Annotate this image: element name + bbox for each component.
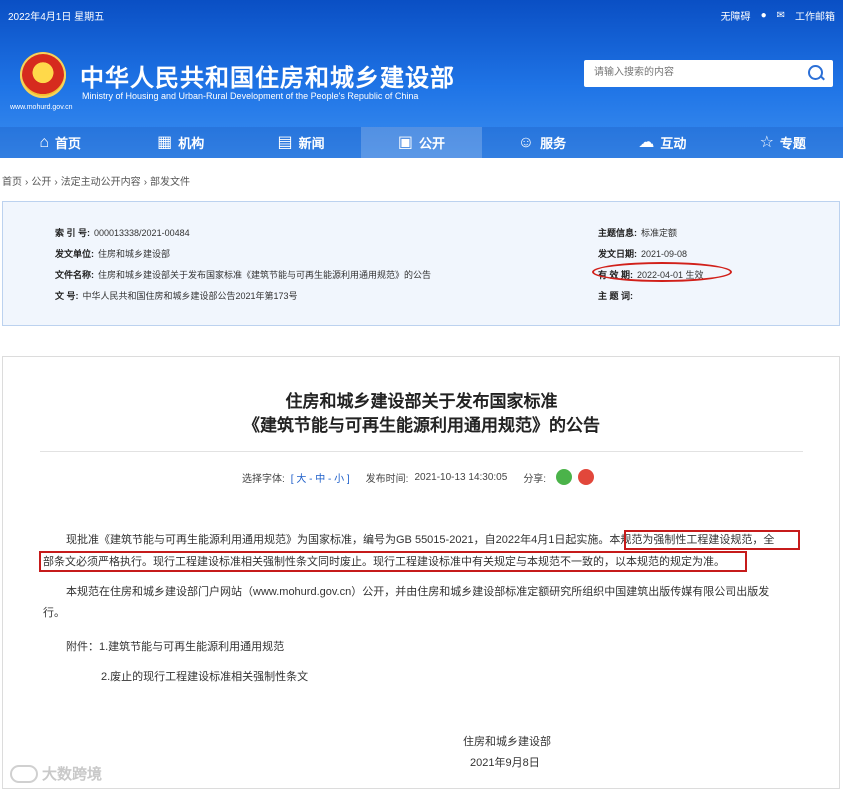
public-icon: ▣ [397,133,414,151]
info-value: 2021-09-08 [641,249,688,259]
info-issuer: 发文单位: 住房和城乡建设部 [55,247,170,260]
publish-time: 2021-10-13 14:30:05 [414,471,508,483]
national-emblem-icon [20,52,66,98]
info-value: 中华人民共和国住房和城乡建设部公告2021年第173号 [82,291,298,301]
divider [40,451,803,452]
nav-service[interactable]: ☺ 服务 [482,127,602,158]
paragraph-2-line-2: 行。 [43,607,65,619]
info-label: 文 号: [55,291,79,301]
main-nav: ⌂ 首页 ▦ 机构 ▤ 新闻 ▣ 公开 ☺ 服务 ☁ 互动 ☆ 专题 [0,127,843,158]
nav-label: 首页 [55,136,82,151]
highlight-box [624,530,800,550]
highlight-box [39,551,747,572]
paragraph-2-line-1: 本规范在住房和城乡建设部门户网站（www.mohurd.gov.cn）公开，并由… [66,586,770,598]
attachment-1[interactable]: 附件：1.建筑节能与可再生能源利用通用规范 [66,638,284,656]
top-links: 无障碍 ● ✉ 工作邮箱 [721,8,835,23]
search-box [584,60,833,87]
share-label: 分享: [523,473,547,485]
weibo-share-icon[interactable] [578,469,595,485]
watermark: 大数跨境 [10,763,102,784]
home-icon: ⌂ [39,133,50,151]
info-date: 发文日期: 2021-09-08 [598,247,687,260]
wechat-share-icon[interactable] [556,469,573,485]
info-label: 主 题 词: [598,291,633,301]
accessibility-link[interactable]: 无障碍 [721,8,751,23]
news-icon: ▤ [277,133,293,151]
wechat-icon[interactable]: ● [761,10,767,21]
search-icon[interactable] [808,65,823,80]
nav-label: 新闻 [298,136,325,151]
site-domain: www.mohurd.gov.cn [10,104,73,111]
nav-label: 服务 [540,136,567,151]
interaction-icon: ☁ [638,133,655,151]
nav-label: 机构 [178,136,205,151]
breadcrumb-separator: › [25,177,29,188]
info-value: 住房和城乡建设部 [98,249,171,259]
font-size-label: 选择字体: [242,473,285,485]
info-label: 索 引 号: [55,228,90,238]
breadcrumb-separator: › [143,177,148,188]
info-label: 主题信息: [598,228,637,238]
info-value: 标准定额 [641,228,678,238]
signature-org: 住房和城乡建设部 [463,736,551,748]
site-header: 2022年4月1日 星期五 无障碍 ● ✉ 工作邮箱 www.mohurd.go… [0,0,843,158]
publish-label: 发布时间: [365,473,409,485]
search-input[interactable] [592,66,796,79]
info-topic: 主题信息: 标准定额 [598,226,677,239]
star-icon: ☆ [759,133,774,151]
nav-label: 专题 [779,136,806,151]
watermark-logo-icon [10,764,38,783]
info-filename: 文件名称: 住房和城乡建设部关于发布国家标准《建筑节能与可再生能源利用通用规范》的… [55,268,431,281]
current-date: 2022年4月1日 星期五 [8,12,105,23]
breadcrumb-documents[interactable]: 部发文件 [150,177,190,188]
nav-home[interactable]: ⌂ 首页 [0,127,120,158]
info-label: 文件名称: [55,270,94,280]
nav-interaction[interactable]: ☁ 互动 [602,127,722,158]
info-value: 000013338/2021-00484 [94,228,190,238]
font-size-selector[interactable]: [ 大 - 中 - 小 ] [291,470,350,485]
nav-public[interactable]: ▣ 公开 [361,127,482,158]
breadcrumb-public[interactable]: 公开 [31,177,51,188]
nav-topics[interactable]: ☆ 专题 [723,127,843,158]
info-index: 索 引 号: 000013338/2021-00484 [55,226,190,239]
breadcrumb-home[interactable]: 首页 [2,177,22,188]
info-label: 发文单位: [55,249,94,259]
work-email-link[interactable]: 工作邮箱 [795,8,835,23]
mail-icon: ✉ [776,10,785,21]
valid-date-annotation [592,262,732,282]
info-docno: 文 号: 中华人民共和国住房和城乡建设部公告2021年第173号 [55,289,298,302]
breadcrumb: 首页 › 公开 › 法定主动公开内容 › 部发文件 [2,173,193,188]
article-meta: 选择字体: [ 大 - 中 - 小 ] 发布时间: 2021-10-13 14:… [242,469,595,485]
info-label: 发文日期: [598,249,637,259]
site-subtitle: Ministry of Housing and Urban-Rural Deve… [82,91,419,101]
article-title-line2: 《建筑节能与可再生能源利用通用规范》的公告 [243,416,600,436]
nav-news[interactable]: ▤ 新闻 [241,127,361,158]
nav-label: 公开 [419,136,446,151]
document-info-panel [2,201,840,326]
nav-label: 互动 [660,136,687,151]
nav-organization[interactable]: ▦ 机构 [120,127,240,158]
watermark-text: 大数跨境 [42,766,103,783]
info-value: 住房和城乡建设部关于发布国家标准《建筑节能与可再生能源利用通用规范》的公告 [98,270,432,280]
info-keywords: 主 题 词: [598,289,637,302]
organization-icon: ▦ [157,133,173,151]
attachment-2[interactable]: 2.废止的现行工程建设标准相关强制性条文 [101,668,308,686]
site-title[interactable]: 中华人民共和国住房和城乡建设部 [80,58,455,93]
signature-date: 2021年9月8日 [470,757,540,769]
article-title-line1: 住房和城乡建设部关于发布国家标准 [285,392,558,412]
breadcrumb-legal-content[interactable]: 法定主动公开内容 [61,177,141,188]
service-icon: ☺ [517,133,535,151]
breadcrumb-separator: › [54,177,58,188]
